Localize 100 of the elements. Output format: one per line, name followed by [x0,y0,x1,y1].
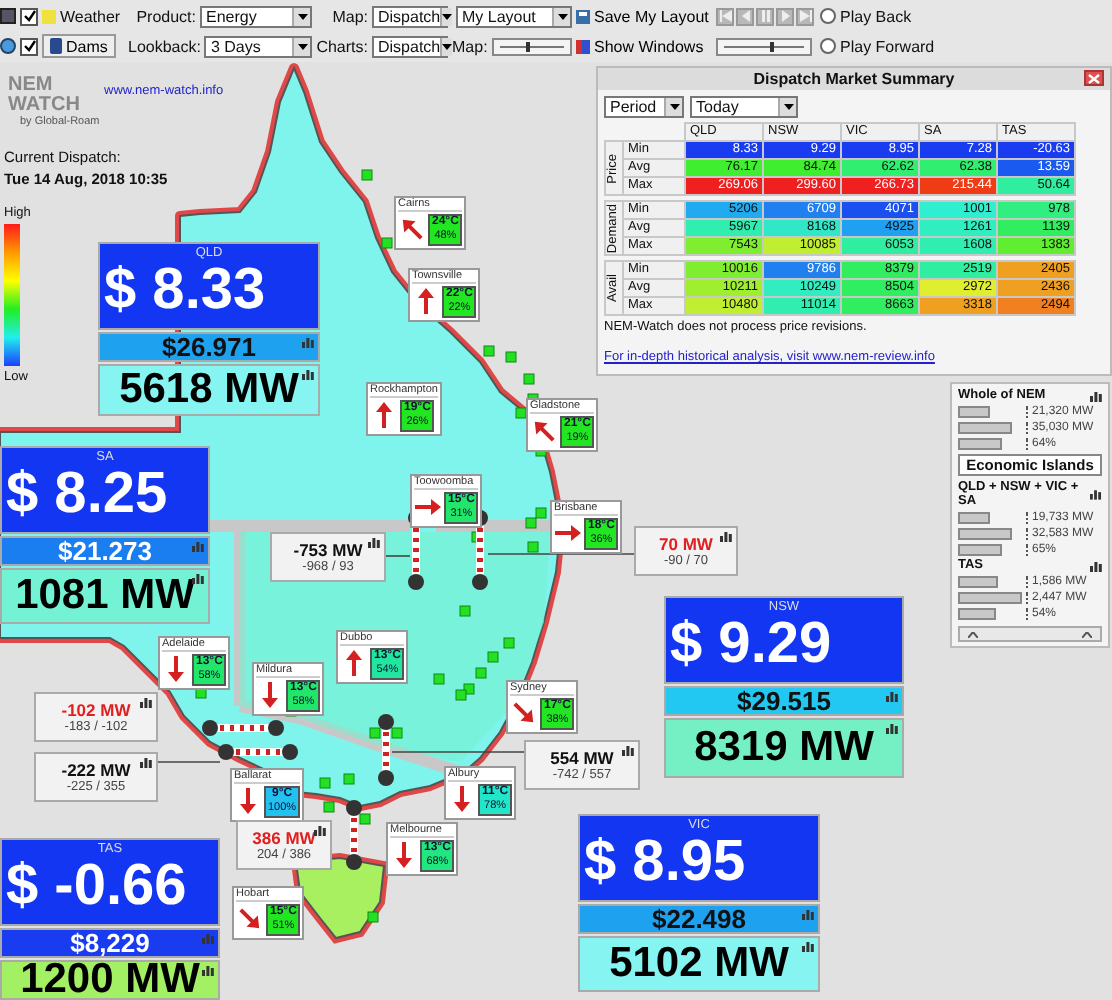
chart-icon[interactable] [202,964,214,976]
chart-icon[interactable] [140,696,152,708]
demand-value: 1081 MW [15,572,195,620]
window-title: Dispatch Market Summary [753,70,955,88]
color-scale-bar [4,224,20,366]
product-dropdown[interactable]: Energy [200,5,312,27]
chart-icon[interactable] [886,690,898,702]
interconnector-drawing [346,800,362,870]
flow-value: 386 MW [252,828,316,848]
range-dropdown[interactable]: Today [690,96,798,118]
interconnector-drawing [218,744,298,760]
average-price: $8,229 [70,928,150,958]
show-windows-button[interactable]: Show Windows [576,37,704,55]
flow-value: 554 MW [550,748,614,768]
caret-icon [552,7,570,25]
dams-checkbox[interactable] [20,37,38,55]
generator-marker-icon [487,651,499,663]
generator-marker-icon [433,673,445,685]
flow-value: -102 MW [61,700,131,720]
caret-icon [778,98,796,116]
flow-value: -753 MW [293,540,363,560]
generator-marker-icon [459,605,471,617]
price-value: $ 8.95 [582,832,746,892]
chart-icon[interactable] [1090,488,1102,500]
leader-line [155,761,221,763]
generator-marker-icon [323,801,335,813]
caret-icon [664,98,682,116]
generator-marker-icon [381,237,393,249]
generator-marker-icon [319,777,331,789]
dams-button[interactable]: Dams [42,34,116,58]
split-square-icon [576,39,590,53]
chart-icon[interactable] [140,756,152,768]
interconnector-drawing [378,714,394,786]
play-forward-label: Play Forward [840,37,935,55]
leader-line [391,751,525,753]
close-button[interactable] [1084,70,1104,86]
generator-marker-icon [505,351,517,363]
generator-marker-icon [359,813,371,825]
average-price: $21.273 [58,536,152,566]
playback-slider[interactable] [716,37,812,55]
generator-marker-icon [369,727,381,739]
generator-marker-icon [483,345,495,357]
price-value: $ 9.29 [668,614,832,674]
chart-icon[interactable] [302,368,314,380]
generator-marker-icon [503,637,515,649]
map-dropdown[interactable]: Dispatch [372,5,448,27]
chart-icon[interactable] [314,824,326,836]
caret-icon [440,7,453,25]
chart-icon[interactable] [368,536,380,548]
product-label: Product: [136,7,196,25]
average-price: $29.515 [737,686,831,716]
chart-icon[interactable] [622,744,634,756]
lookback-dropdown[interactable]: 3 Days [204,35,312,57]
charts-label: Charts: [316,37,368,55]
interconnector-drawing [202,720,284,736]
price-value: $ 8.33 [102,260,266,320]
generator-marker-icon [361,169,373,181]
demand-value: 5618 MW [119,366,299,414]
charts-dropdown[interactable]: Dispatch [372,35,448,57]
caret-icon [292,7,310,25]
chart-icon[interactable] [720,530,732,542]
flow-value: 70 MW [659,534,713,554]
weather-label: Weather [60,7,121,25]
weather-checkbox[interactable] [20,7,38,25]
price-value: $ -0.66 [4,856,187,916]
caret-icon [440,37,453,55]
play-back-radio[interactable] [820,8,836,24]
scroll-bar[interactable] [958,626,1102,642]
generator-marker-icon [523,373,535,385]
period-dropdown[interactable]: Period [604,96,684,118]
save-layout-button[interactable]: Save My Layout [576,7,709,25]
map-slider-label: Map: [452,37,488,55]
map-slider[interactable] [491,37,572,55]
play-forward-radio[interactable] [820,38,836,54]
generator-marker-icon [343,773,355,785]
chart-icon[interactable] [192,572,204,584]
demand-value: 5102 MW [609,940,789,988]
lookback-label: Lookback: [128,37,201,55]
caret-icon [292,37,310,55]
average-price: $22.498 [652,904,746,934]
demand-value: 1200 MW [20,956,200,1000]
play-back-label: Play Back [840,7,912,25]
globe-icon[interactable] [0,38,16,54]
leader-line [385,555,411,557]
generator-marker-icon [527,541,539,553]
average-price: $26.971 [162,332,256,362]
price-value: $ 8.25 [4,464,168,524]
block-icon [50,38,62,54]
demand-value: 8319 MW [694,724,874,772]
generator-marker-icon [195,687,207,699]
chart-icon[interactable] [1090,389,1102,401]
chart-icon[interactable] [886,722,898,734]
square-icon [42,9,56,23]
chart-icon[interactable] [802,940,814,952]
map-label: Map: [332,7,368,25]
chart-icon[interactable] [1090,559,1102,571]
layout-dropdown[interactable]: My Layout [456,5,572,27]
generator-marker-icon [391,727,403,739]
generator-marker-icon [367,911,379,923]
flow-value: -222 MW [61,760,131,780]
